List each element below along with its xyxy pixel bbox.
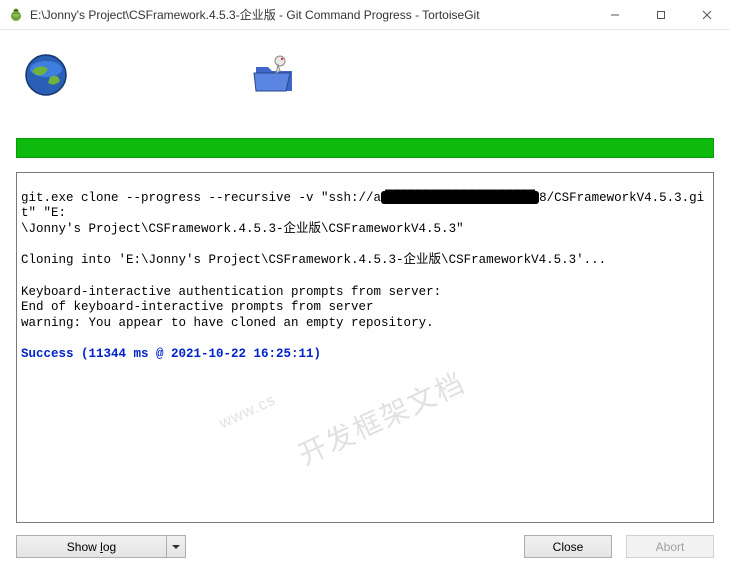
window-titlebar: E:\Jonny's Project\CSFramework.4.5.3-企业版… bbox=[0, 0, 730, 30]
log-success-line: Success (11344 ms @ 2021-10-22 16:25:11) bbox=[21, 347, 321, 361]
abort-button: Abort bbox=[626, 535, 714, 558]
show-log-split-button[interactable]: Show log bbox=[16, 535, 186, 558]
close-button[interactable]: Close bbox=[524, 535, 612, 558]
log-line: Cloning into 'E:\Jonny's Project\CSFrame… bbox=[21, 253, 606, 267]
chevron-down-icon bbox=[172, 543, 180, 551]
redacted-host: ████████████████████ bbox=[381, 191, 539, 205]
progress-bar bbox=[16, 138, 714, 158]
log-line: End of keyboard-interactive prompts from… bbox=[21, 300, 374, 314]
log-line: warning: You appear to have cloned an em… bbox=[21, 316, 434, 330]
tortoisegit-app-icon bbox=[8, 7, 24, 23]
show-log-button[interactable]: Show log bbox=[16, 535, 166, 558]
animation-icon-row bbox=[16, 40, 714, 110]
show-log-dropdown-button[interactable] bbox=[166, 535, 186, 558]
log-line: Keyboard-interactive authentication prom… bbox=[21, 285, 441, 299]
dialog-client-area: git.exe clone --progress --recursive -v … bbox=[0, 30, 730, 570]
log-output[interactable]: git.exe clone --progress --recursive -v … bbox=[16, 172, 714, 523]
dialog-button-row: Show log Close Abort bbox=[16, 535, 714, 558]
show-log-label: Show log bbox=[67, 540, 116, 554]
window-title: E:\Jonny's Project\CSFramework.4.5.3-企业版… bbox=[30, 6, 592, 23]
folder-transfer-icon bbox=[250, 51, 298, 99]
window-maximize-button[interactable] bbox=[638, 0, 684, 29]
globe-icon bbox=[22, 51, 70, 99]
log-line: \Jonny's Project\CSFramework.4.5.3-企业版\C… bbox=[21, 222, 464, 236]
window-minimize-button[interactable] bbox=[592, 0, 638, 29]
log-line: git.exe clone --progress --recursive -v … bbox=[21, 191, 704, 221]
window-close-button[interactable] bbox=[684, 0, 730, 29]
